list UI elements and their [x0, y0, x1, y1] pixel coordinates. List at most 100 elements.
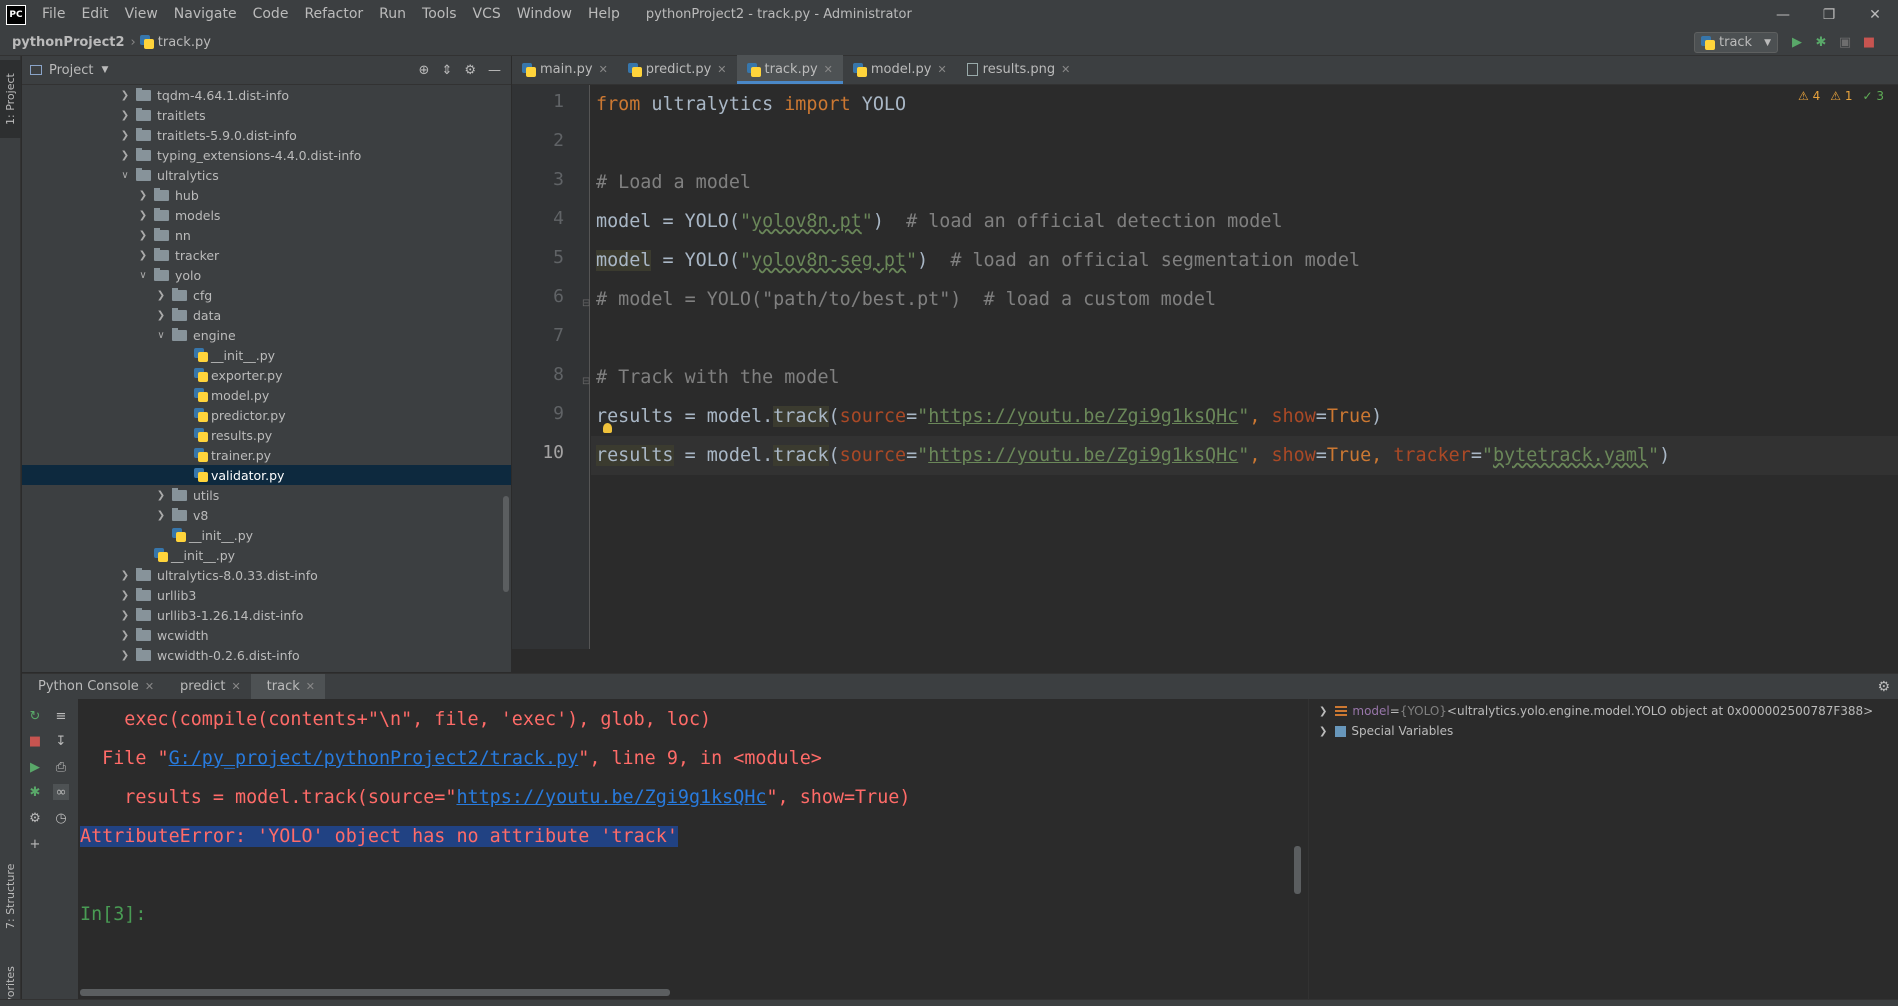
- close-tab-icon[interactable]: ✕: [937, 63, 946, 76]
- close-window-icon[interactable]: ✕: [1852, 0, 1898, 29]
- tree-folder-row[interactable]: ❯ v8: [22, 505, 511, 525]
- structure-tool-tab[interactable]: 7: Structure: [0, 856, 21, 936]
- tree-folder-row[interactable]: ❯ hub: [22, 185, 511, 205]
- tree-folder-row[interactable]: ∨ engine: [22, 325, 511, 345]
- tab-predict-py[interactable]: predict.py ✕: [618, 55, 737, 84]
- menu-code[interactable]: Code: [245, 0, 297, 29]
- tree-file-row[interactable]: results.py: [22, 425, 511, 445]
- chevron-right-icon[interactable]: ❯: [136, 210, 150, 221]
- tree-folder-row[interactable]: ❯ urllib3: [22, 585, 511, 605]
- minimize-icon[interactable]: —: [1760, 0, 1806, 29]
- menu-run[interactable]: Run: [371, 0, 414, 29]
- chevron-right-icon[interactable]: ❯: [154, 490, 168, 501]
- tree-folder-row[interactable]: ❯ typing_extensions-4.4.0.dist-info: [22, 145, 511, 165]
- code-editor[interactable]: ⚠ 4 ⚠ 1 ✓ 3 from ultralytics import YOLO…: [591, 85, 1898, 649]
- tree-folder-row[interactable]: ❯ ultralytics-8.0.33.dist-info: [22, 565, 511, 585]
- collapse-all-icon[interactable]: ⇕: [441, 63, 452, 78]
- chevron-right-icon[interactable]: ❯: [118, 150, 132, 161]
- chevron-right-icon[interactable]: ❯: [118, 590, 132, 601]
- menu-navigate[interactable]: Navigate: [166, 0, 245, 29]
- variable-row[interactable]: ❯ model = {YOLO} <ultralytics.yolo.engin…: [1319, 701, 1873, 721]
- locate-file-icon[interactable]: ⊕: [419, 63, 430, 78]
- tree-file-row[interactable]: model.py: [22, 385, 511, 405]
- chevron-right-icon[interactable]: ❯: [118, 110, 132, 121]
- close-tab-icon[interactable]: ✕: [306, 680, 315, 693]
- chevron-down-icon[interactable]: ▼: [101, 65, 108, 75]
- console-horizontal-scrollbar[interactable]: [80, 989, 670, 996]
- console-vertical-scrollbar[interactable]: [1294, 846, 1301, 894]
- stop-icon[interactable]: ■: [1861, 34, 1877, 50]
- show-variables-icon[interactable]: ∞: [53, 784, 69, 800]
- tree-file-row[interactable]: __init__.py: [22, 545, 511, 565]
- chevron-right-icon[interactable]: ❯: [154, 510, 168, 521]
- add-icon[interactable]: +: [27, 836, 43, 852]
- menu-window[interactable]: Window: [509, 0, 580, 29]
- menu-help[interactable]: Help: [580, 0, 628, 29]
- print-icon[interactable]: ⎙: [53, 759, 69, 775]
- tree-folder-row[interactable]: ❯ wcwidth-0.2.6.dist-info: [22, 645, 511, 665]
- chevron-right-icon[interactable]: ❯: [1319, 726, 1327, 737]
- tab-model-py[interactable]: model.py ✕: [843, 55, 957, 84]
- debug-icon[interactable]: ✱: [1813, 34, 1829, 50]
- chevron-right-icon[interactable]: ❯: [118, 130, 132, 141]
- tree-folder-row[interactable]: ❯ traitlets-5.9.0.dist-info: [22, 125, 511, 145]
- close-tab-icon[interactable]: ✕: [231, 680, 240, 693]
- tree-folder-row[interactable]: ❯ nn: [22, 225, 511, 245]
- console-output[interactable]: exec(compile(contents+"\n", file, 'exec'…: [80, 699, 1304, 999]
- menu-refactor[interactable]: Refactor: [296, 0, 371, 29]
- menu-view[interactable]: View: [117, 0, 166, 29]
- project-tool-tab[interactable]: 1: Project: [0, 60, 21, 138]
- tab-track[interactable]: track ✕: [250, 673, 325, 700]
- tree-file-row[interactable]: exporter.py: [22, 365, 511, 385]
- chevron-down-icon[interactable]: ∨: [118, 170, 132, 181]
- project-tree-scrollbar[interactable]: [503, 496, 509, 592]
- close-tab-icon[interactable]: ✕: [717, 63, 726, 76]
- history-icon[interactable]: ◷: [53, 810, 69, 826]
- tree-folder-row[interactable]: ∨ yolo: [22, 265, 511, 285]
- tab-track-py[interactable]: track.py ✕: [736, 55, 844, 84]
- tree-file-row[interactable]: trainer.py: [22, 445, 511, 465]
- run-icon[interactable]: ▶: [1789, 34, 1805, 50]
- chevron-right-icon[interactable]: ❯: [136, 230, 150, 241]
- console-url-link[interactable]: https://youtu.be/Zgi9g1ksQHc: [456, 787, 766, 808]
- tree-folder-row[interactable]: ❯ tracker: [22, 245, 511, 265]
- tree-folder-row[interactable]: ❯ cfg: [22, 285, 511, 305]
- inspection-widget[interactable]: ⚠ 4 ⚠ 1 ✓ 3: [1798, 89, 1884, 103]
- url-literal[interactable]: https://youtu.be/Zgi9g1ksQHc: [928, 406, 1238, 427]
- console-prompt[interactable]: In[3]:: [80, 895, 146, 934]
- gear-icon[interactable]: ⚙: [464, 63, 476, 78]
- tree-folder-row[interactable]: ❯ models: [22, 205, 511, 225]
- menu-file[interactable]: File: [34, 0, 73, 29]
- chevron-right-icon[interactable]: ❯: [136, 250, 150, 261]
- project-panel-title[interactable]: Project: [49, 63, 93, 78]
- tree-file-row[interactable]: __init__.py: [22, 525, 511, 545]
- execute-icon[interactable]: ▶: [27, 759, 43, 775]
- chevron-down-icon[interactable]: ∨: [136, 270, 150, 281]
- debug-icon[interactable]: ✱: [27, 784, 43, 800]
- chevron-right-icon[interactable]: ❯: [136, 190, 150, 201]
- chevron-right-icon[interactable]: ❯: [118, 610, 132, 621]
- console-file-link[interactable]: G:/py_project/pythonProject2/track.py: [169, 748, 579, 769]
- chevron-right-icon[interactable]: ❯: [154, 290, 168, 301]
- hide-panel-icon[interactable]: —: [488, 63, 501, 78]
- chevron-down-icon[interactable]: ∨: [154, 330, 168, 341]
- tree-file-row[interactable]: validator.py: [22, 465, 511, 485]
- tab-main-py[interactable]: main.py ✕: [512, 55, 618, 84]
- gear-icon[interactable]: ⚙: [1877, 679, 1890, 695]
- tree-file-row[interactable]: predictor.py: [22, 405, 511, 425]
- tree-folder-row[interactable]: ❯ tqdm-4.64.1.dist-info: [22, 85, 511, 105]
- scroll-to-end-icon[interactable]: ↧: [53, 733, 69, 749]
- close-tab-icon[interactable]: ✕: [1061, 63, 1070, 76]
- tree-folder-row[interactable]: ❯ wcwidth: [22, 625, 511, 645]
- chevron-right-icon[interactable]: ❯: [118, 90, 132, 101]
- restore-icon[interactable]: ❐: [1806, 0, 1852, 29]
- tree-folder-row[interactable]: ∨ ultralytics: [22, 165, 511, 185]
- tree-folder-row[interactable]: ❯ urllib3-1.26.14.dist-info: [22, 605, 511, 625]
- chevron-right-icon[interactable]: ❯: [118, 570, 132, 581]
- close-tab-icon[interactable]: ✕: [145, 680, 154, 693]
- stop-icon[interactable]: ■: [27, 733, 43, 749]
- tree-file-row[interactable]: __init__.py: [22, 345, 511, 365]
- tree-folder-row[interactable]: ❯ traitlets: [22, 105, 511, 125]
- run-configuration-select[interactable]: track ▼: [1694, 32, 1778, 53]
- breadcrumb-project[interactable]: pythonProject2: [0, 35, 125, 50]
